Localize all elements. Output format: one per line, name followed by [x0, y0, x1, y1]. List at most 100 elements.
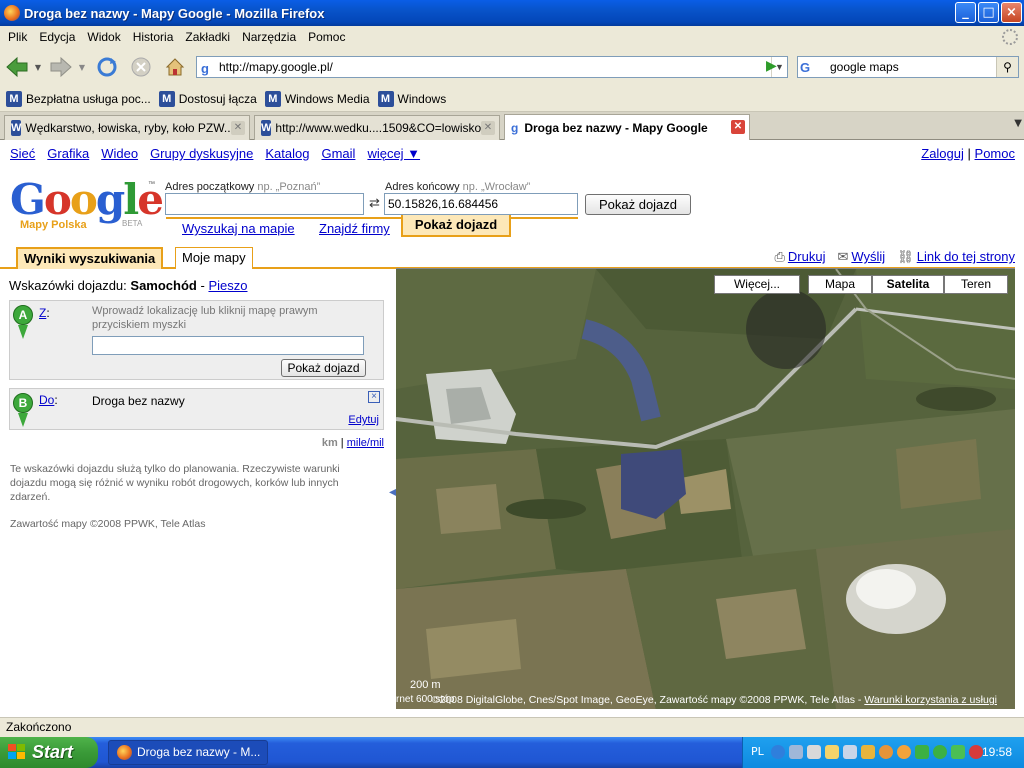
tab-list-dropdown[interactable]: ▼	[1014, 118, 1022, 129]
close-window-button[interactable]: ×	[1001, 2, 1022, 23]
start-button[interactable]: Start	[0, 737, 98, 768]
back-history-dropdown[interactable]: ▼	[32, 54, 44, 80]
from-show-directions-button[interactable]: Pokaż dojazd	[281, 359, 366, 377]
go-button[interactable]: ▶	[766, 58, 777, 74]
tray-app-icon[interactable]	[951, 745, 965, 759]
send-action[interactable]: ✉ Wyślij	[837, 249, 885, 265]
tray-check-icon[interactable]	[933, 745, 947, 759]
unit-km[interactable]: km	[322, 437, 338, 449]
search-box[interactable]: G google maps ⚲	[797, 56, 1019, 78]
link-action[interactable]: ⛓ Link do tej strony	[897, 249, 1015, 265]
home-button[interactable]	[162, 54, 188, 80]
user-bar: Zaloguj | Pomoc	[921, 146, 1015, 161]
help-link[interactable]: Pomoc	[975, 146, 1015, 161]
language-indicator[interactable]: PL	[751, 745, 764, 758]
tray-back-icon[interactable]	[771, 745, 785, 759]
mode-car: Samochód	[130, 278, 197, 293]
unit-miles[interactable]: mile/mil	[347, 437, 384, 449]
menu-history[interactable]: Historia	[127, 30, 180, 44]
link-directory[interactable]: Katalog	[265, 146, 309, 161]
bookmark-item[interactable]: M Bezpłatna usługa poc...	[6, 90, 151, 107]
bookmark-item[interactable]: M Windows Media	[264, 90, 370, 107]
firefox-icon	[4, 5, 20, 21]
restore-button[interactable]: □	[978, 2, 999, 23]
browser-tab[interactable]: W http://www.wedku....1509&CO=lowisko ✕	[254, 115, 500, 140]
browser-tab[interactable]: W Wędkarstwo, łowiska, ryby, koło PZW...…	[4, 115, 250, 140]
back-button[interactable]	[4, 54, 30, 80]
end-address-input[interactable]: 50.15826,16.684456	[384, 193, 578, 215]
reload-button[interactable]	[94, 54, 120, 80]
tab-my-maps[interactable]: Moje mapy	[175, 247, 253, 269]
logo-subtitle: Mapy Polska	[20, 219, 87, 231]
forward-history-dropdown[interactable]: ▼	[76, 54, 88, 80]
windows-live-icon: M	[377, 90, 394, 107]
menu-file[interactable]: Plik	[2, 30, 33, 44]
bookmark-item[interactable]: M Windows	[377, 90, 446, 107]
menu-edit[interactable]: Edycja	[33, 30, 81, 44]
tab-close-icon[interactable]: ✕	[231, 121, 245, 135]
tab-favicon-icon: g	[511, 120, 519, 135]
map-type-more-button[interactable]: Więcej...	[714, 275, 800, 294]
units-selector: km | mile/mil	[321, 437, 384, 449]
menu-bookmarks[interactable]: Zakładki	[179, 30, 236, 44]
menu-view[interactable]: Widok	[81, 30, 126, 44]
forward-button[interactable]	[48, 54, 74, 80]
start-address-input[interactable]	[165, 193, 364, 215]
search-engine-selector[interactable]: G	[800, 58, 826, 76]
tray-app-icon[interactable]	[807, 745, 821, 759]
link-network[interactable]: Sieć	[10, 146, 35, 161]
bookmark-item[interactable]: M Dostosuj łącza	[158, 90, 257, 107]
tab-search-map[interactable]: Wyszukaj na mapie	[182, 221, 295, 236]
tab-search-results[interactable]: Wyniki wyszukiwania	[16, 247, 164, 269]
tab-find-businesses[interactable]: Znajdź firmy	[319, 221, 390, 236]
printer-icon: ⎙	[774, 249, 785, 264]
get-directions-button[interactable]: Pokaż dojazd	[585, 194, 691, 215]
print-action[interactable]: ⎙ Drukuj	[774, 249, 825, 265]
firefox-icon	[117, 745, 132, 760]
map-type-satellite-button[interactable]: Satelita	[872, 275, 944, 294]
terms-link[interactable]: Warunki korzystania z usługi	[864, 694, 997, 706]
from-location-input[interactable]	[92, 336, 364, 355]
search-magnifier-icon[interactable]: ⚲	[996, 57, 1018, 77]
satellite-imagery	[396, 269, 1015, 709]
map-type-terrain-button[interactable]: Teren	[944, 275, 1008, 294]
edit-link[interactable]: Edytuj	[348, 414, 379, 426]
tray-app-icon[interactable]	[843, 745, 857, 759]
satellite-map[interactable]: Więcej... Mapa Satelita Teren 200 m rnet…	[396, 268, 1015, 709]
minimize-button[interactable]: _	[955, 2, 976, 23]
menu-help[interactable]: Pomoc	[302, 30, 351, 44]
windows-live-icon: M	[264, 90, 281, 107]
map-copyright: Zawartość mapy ©2008 PPWK, Tele Atlas	[10, 518, 206, 530]
remove-waypoint-icon[interactable]: ×	[368, 391, 380, 403]
link-more[interactable]: więcej ▼	[367, 146, 420, 161]
link-video[interactable]: Wideo	[101, 146, 138, 161]
map-type-map-button[interactable]: Mapa	[808, 275, 872, 294]
window-titlebar[interactable]: Droga bez nazwy - Mapy Google - Mozilla …	[0, 0, 1024, 26]
to-link[interactable]: Do	[39, 393, 54, 407]
tray-play-icon[interactable]	[915, 745, 929, 759]
tray-app-icon[interactable]	[897, 745, 911, 759]
google-maps-logo[interactable]: Google ™ Mapy Polska BETA	[10, 177, 164, 237]
link-gmail[interactable]: Gmail	[321, 146, 355, 161]
login-link[interactable]: Zaloguj	[921, 146, 964, 161]
tray-shield-icon[interactable]	[969, 745, 983, 759]
mode-walk-link[interactable]: Pieszo	[208, 278, 247, 293]
tray-app-icon[interactable]	[861, 745, 875, 759]
tray-app-icon[interactable]	[879, 745, 893, 759]
stop-button[interactable]	[128, 54, 154, 80]
waypoint-from: A Z: Wprowadź lokalizację lub kliknij ma…	[9, 300, 384, 380]
address-bar[interactable]: g http://mapy.google.pl/ ▼	[196, 56, 788, 78]
menu-tools[interactable]: Narzędzia	[236, 30, 302, 44]
tray-network-icon[interactable]	[789, 745, 803, 759]
browser-tab-active[interactable]: g Droga bez nazwy - Mapy Google ✕	[504, 114, 750, 140]
taskbar-firefox-window[interactable]: Droga bez nazwy - M...	[108, 740, 268, 765]
swap-addresses-icon[interactable]: ⇄	[369, 195, 380, 211]
link-groups[interactable]: Grupy dyskusyjne	[150, 146, 253, 161]
search-value: google maps	[830, 60, 899, 74]
tab-close-icon[interactable]: ✕	[731, 120, 745, 134]
tab-get-directions[interactable]: Pokaż dojazd	[401, 215, 511, 237]
tab-close-icon[interactable]: ✕	[481, 121, 495, 135]
link-images[interactable]: Grafika	[47, 146, 89, 161]
tray-app-icon[interactable]	[825, 745, 839, 759]
site-favicon-icon: g	[201, 61, 209, 76]
